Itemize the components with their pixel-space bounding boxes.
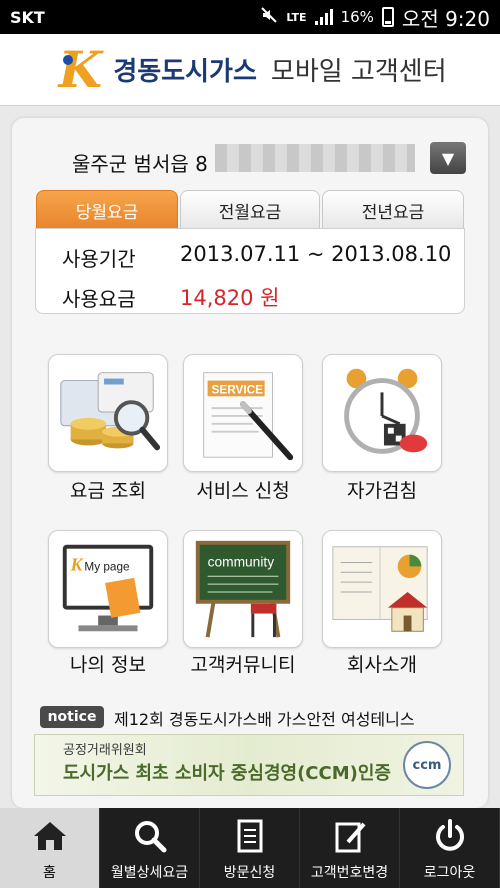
svg-text:K: K [70, 554, 84, 574]
tab-label: 전월요금 [218, 203, 282, 223]
mute-icon [260, 6, 278, 28]
address-dropdown-button[interactable]: ▼ [430, 142, 466, 174]
nav-monthly-detail[interactable]: 월별상세요금 [100, 808, 200, 888]
nav-visit-request[interactable]: 방문신청 [200, 808, 300, 888]
tile-label: 회사소개 [347, 654, 417, 676]
address-redaction [215, 144, 415, 172]
period-value: 2013.07.11 ~ 2013.08.10 [180, 242, 452, 266]
brand-name: 경동도시가스 [113, 57, 257, 87]
bottom-nav: 홈 월별상세요금 방문신청 고객번호변경 로그아웃 [0, 808, 500, 888]
nav-label: 방문신청 [223, 865, 276, 881]
carrier-label: SKT [10, 7, 45, 27]
service-document-icon: SERVICE [203, 372, 294, 461]
company-info-tile[interactable] [322, 530, 442, 648]
brand-logo: K [58, 39, 103, 99]
billing-inquiry-tile[interactable] [48, 354, 168, 472]
nav-logout[interactable]: 로그아웃 [400, 808, 500, 888]
mypage-monitor-icon: K My page [62, 544, 154, 632]
amount-label: 사용요금 [62, 287, 136, 311]
tab-label: 전년요금 [361, 203, 425, 223]
banner-line1: 공정거래위원회 [63, 743, 147, 758]
tab-current-month[interactable]: 당월요금 [36, 190, 178, 230]
page-title: 모바일 고객센터 [270, 57, 447, 87]
tile-label: 고객커뮤니티 [190, 654, 296, 676]
tab-previous-month[interactable]: 전월요금 [180, 190, 320, 230]
signal-icon [314, 9, 333, 25]
nav-label: 고객번호변경 [310, 865, 389, 881]
notice-ticker[interactable]: 제12회 경동도시가스배 가스안전 여성테니스 [114, 706, 458, 728]
coins-magnifier-icon [60, 372, 161, 451]
nav-label: 로그아웃 [423, 865, 476, 881]
battery-label: 16% [340, 8, 374, 26]
svg-text:My page: My page [84, 560, 130, 573]
tile-label: 나의 정보 [70, 654, 146, 676]
app-header: K 경동도시가스 모바일 고객센터 [0, 34, 500, 106]
tab-label: 당월요금 [75, 203, 139, 223]
clock: 오전 9:20 [401, 6, 490, 31]
ccm-banner[interactable]: 공정거래위원회 도시가스 최초 소비자 중심경영(CCM)인증 ccm [34, 734, 464, 796]
status-bar: SKT LTE 16% 오전 9:20 [0, 0, 500, 34]
amount-value: 14,820 원 [180, 286, 280, 310]
nav-label: 월별상세요금 [110, 865, 189, 881]
notice-badge: notice [40, 706, 104, 728]
svg-text:community: community [208, 554, 275, 569]
tab-previous-year[interactable]: 전년요금 [322, 190, 464, 230]
address-text: 울주군 범서읍 8 [72, 152, 208, 176]
alarm-clock-icon [344, 368, 428, 454]
status-icons: LTE 16% 오전 9:20 [260, 3, 490, 32]
tile-label: 자가검침 [347, 480, 417, 502]
nav-home[interactable]: 홈 [0, 808, 100, 888]
my-info-tile[interactable]: K My page [48, 530, 168, 648]
banner-line2: 도시가스 최초 소비자 중심경영(CCM)인증 [63, 763, 391, 784]
period-label: 사용기간 [62, 247, 136, 271]
network-label: LTE [286, 10, 307, 24]
tile-label: 서비스 신청 [196, 480, 290, 502]
power-icon [436, 819, 464, 851]
community-board-icon: community [195, 540, 291, 638]
service-request-tile[interactable]: SERVICE [183, 354, 303, 472]
document-icon [237, 819, 263, 853]
edit-icon [335, 822, 366, 853]
nav-label: 홈 [43, 865, 56, 881]
ccm-badge-icon: ccm [403, 741, 451, 789]
chevron-down-icon: ▼ [441, 148, 455, 168]
usage-summary: 사용기간 2013.07.11 ~ 2013.08.10 사용요금 14,820… [35, 228, 465, 314]
home-icon [34, 822, 66, 850]
nav-change-customer-number[interactable]: 고객번호변경 [300, 808, 400, 888]
self-meter-reading-tile[interactable] [322, 354, 442, 472]
customer-community-tile[interactable]: community [183, 530, 303, 648]
tile-label: 요금 조회 [70, 480, 146, 502]
battery-icon [381, 7, 394, 27]
svg-text:SERVICE: SERVICE [212, 383, 264, 396]
search-icon [135, 821, 167, 853]
house-book-icon [332, 546, 428, 632]
